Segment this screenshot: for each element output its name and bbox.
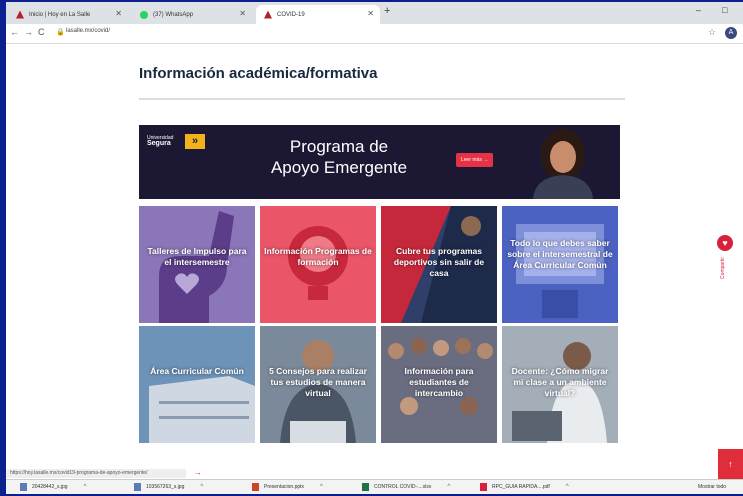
leer-mas-button[interactable]: Leer más → (456, 153, 494, 167)
avatar[interactable]: A (725, 27, 737, 39)
chevron-up-icon[interactable]: ^ (566, 484, 569, 490)
tile-estudiantes-intercambio[interactable]: Información para estudiantes de intercam… (381, 326, 497, 443)
close-icon[interactable]: ✕ (115, 9, 122, 18)
heart-icon[interactable]: ♥ (717, 235, 733, 251)
tile-caption: 5 Consejos para realizar tus estudios de… (269, 366, 367, 398)
tile-area-curricular-intersemestral[interactable]: Todo lo que debes saber sobre el interse… (502, 206, 618, 323)
share-label[interactable]: Compartir (720, 257, 726, 279)
image-file-icon (20, 483, 27, 491)
chevron-up-icon[interactable]: ^ (200, 484, 203, 490)
forward-icon[interactable]: → (24, 27, 33, 37)
share-widget[interactable]: ♥ Compartir (717, 235, 733, 279)
universidad-segura-logo: Universidad Segura (147, 135, 173, 147)
download-item[interactable]: 20428442_s.jpg ^ (20, 483, 86, 491)
chevron-up-icon[interactable]: ^ (447, 484, 450, 490)
banner-headline-line2: Apoyo Emergente (270, 158, 408, 177)
tile-caption: Docente: ¿Cómo migrar mi clase a un ambi… (511, 366, 609, 398)
image-file-icon (134, 483, 141, 491)
tile-caption: Todo lo que debes saber sobre el interse… (507, 238, 613, 270)
download-item[interactable]: 103567263_s.jpg ^ (134, 483, 203, 491)
tab-whatsapp[interactable]: (37) WhatsApp ✕ (132, 5, 252, 24)
new-tab-icon[interactable]: + (384, 5, 390, 17)
tile-programas-formacion[interactable]: Información Programas de formación (260, 206, 376, 323)
download-item[interactable]: CONTROL COVID-....xlsx ^ (362, 483, 450, 491)
minimize-icon[interactable]: – (696, 5, 701, 15)
download-item[interactable]: RPC_GUIA RAPIDA....pdf ^ (480, 483, 569, 491)
scroll-to-top-button[interactable]: ↑ (718, 449, 743, 479)
page-title: Información académica/formativa (139, 65, 378, 82)
banner-programa-apoyo[interactable]: Universidad Segura » Programa de Apoyo E… (139, 125, 620, 199)
download-filename: 20428442_s.jpg (32, 484, 68, 490)
tile-caption: Información para estudiantes de intercam… (404, 366, 474, 398)
url-field[interactable]: lasalle.mx/covid/ (66, 28, 110, 34)
woman-photo (533, 129, 593, 199)
status-bar-link: https://hoy.lasalle.mx/covid19-programa-… (6, 469, 186, 478)
pdf-file-icon (480, 483, 487, 491)
tab-strip: Inicio | Hoy en La Salle ✕ (37) WhatsApp… (6, 2, 743, 24)
tile-caption: Talleres de Impulso para el intersemestr… (147, 246, 247, 267)
star-icon[interactable]: ☆ (708, 27, 716, 38)
tab-label: (37) WhatsApp (153, 11, 194, 18)
reload-icon[interactable]: C (38, 27, 45, 37)
tab-label: COVID-19 (277, 11, 305, 18)
download-item[interactable]: Presentacion.pptx ^ (252, 483, 323, 491)
maximize-icon[interactable]: □ (722, 5, 727, 15)
download-filename: Presentacion.pptx (264, 484, 305, 490)
downloads-bar: 20428442_s.jpg ^ 103567263_s.jpg ^ Prese… (6, 479, 743, 494)
tile-docente-ambiente-virtual[interactable]: Docente: ¿Cómo migrar mi clase a un ambi… (502, 326, 618, 443)
download-filename: RPC_GUIA RAPIDA....pdf (492, 484, 550, 490)
tile-caption: Área Curricular Común (150, 366, 244, 376)
powerpoint-file-icon (252, 483, 259, 491)
tab-label: Inicio | Hoy en La Salle (29, 11, 91, 18)
tile-caption: Cubre tus programas deportivos sin salir… (393, 246, 485, 278)
chevron-up-icon[interactable]: ^ (84, 484, 87, 490)
building-photo (139, 326, 255, 443)
tab-covid[interactable]: COVID-19 ✕ (256, 5, 380, 24)
download-filename: CONTROL COVID-....xlsx (374, 484, 432, 490)
whatsapp-icon (140, 10, 148, 19)
tile-programas-deportivos[interactable]: Cubre tus programas deportivos sin salir… (381, 206, 497, 323)
lasalle-icon (264, 10, 272, 19)
lasalle-icon (16, 10, 24, 19)
tile-area-curricular-comun[interactable]: Área Curricular Común (139, 326, 255, 443)
excel-file-icon (362, 483, 369, 491)
browser-window: Inicio | Hoy en La Salle ✕ (37) WhatsApp… (6, 2, 743, 494)
divider (139, 98, 625, 100)
close-icon[interactable]: ✕ (367, 9, 374, 18)
chevron-up-icon[interactable]: ^ (320, 484, 323, 490)
page-content: Información académica/formativa Universi… (6, 45, 743, 479)
show-all-downloads-link[interactable]: Mostrar todo (698, 484, 726, 490)
arrow-right-icon: → (194, 468, 202, 477)
banner-headline-line1: Programa de (289, 137, 389, 156)
tile-caption: Información Programas de formación (264, 246, 372, 267)
logo-line2: Segura (147, 140, 171, 147)
address-row: ← → C 🔒 lasalle.mx/covid/ ☆ A (6, 24, 743, 44)
tile-consejos-estudios[interactable]: 5 Consejos para realizar tus estudios de… (260, 326, 376, 443)
banner-headline: Programa de Apoyo Emergente (239, 136, 439, 178)
tile-talleres-impulso[interactable]: Talleres de Impulso para el intersemestr… (139, 206, 255, 323)
download-filename: 103567263_s.jpg (146, 484, 185, 490)
tab-hoy-lasalle[interactable]: Inicio | Hoy en La Salle ✕ (8, 5, 128, 24)
back-icon[interactable]: ← (10, 27, 19, 37)
lock-icon: 🔒 (56, 29, 65, 36)
double-chevron-icon: » (185, 134, 205, 149)
close-icon[interactable]: ✕ (239, 9, 246, 18)
